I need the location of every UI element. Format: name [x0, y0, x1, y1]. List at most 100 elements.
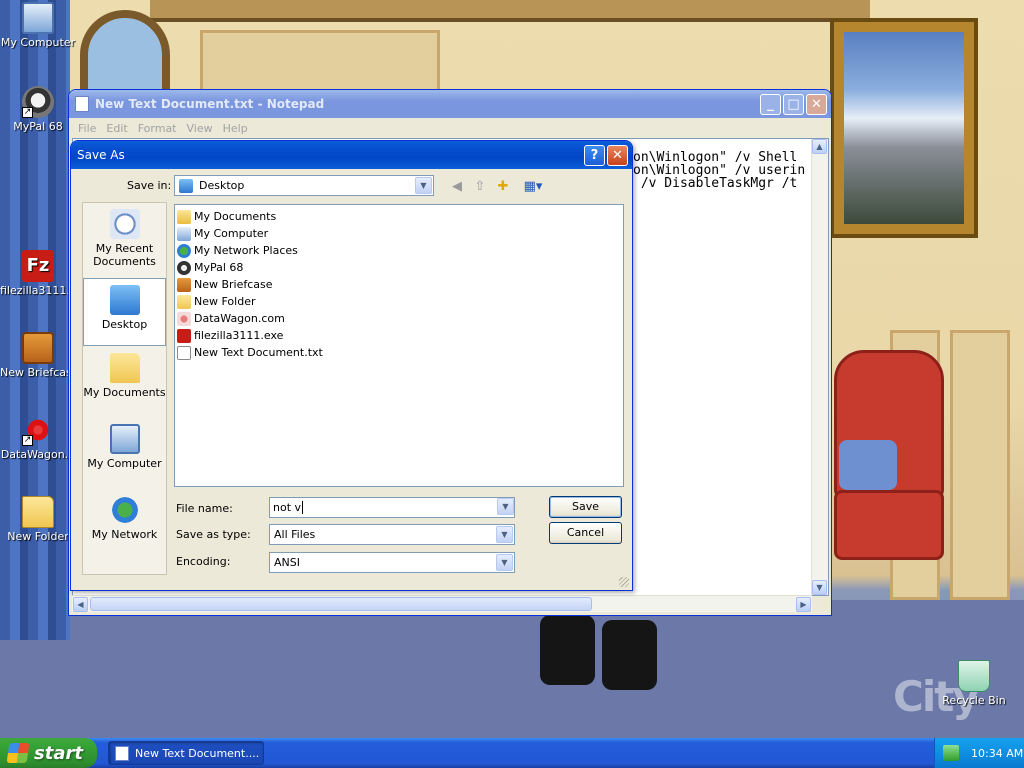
desktop-icon-filezilla[interactable]: Fz filezilla3111... [0, 250, 76, 297]
menu-edit[interactable]: Edit [101, 122, 132, 135]
start-label: start [34, 742, 83, 764]
place-my-recent-documents[interactable]: My Recent Documents [83, 209, 166, 268]
save-as-type-value: All Files [274, 528, 316, 541]
scroll-down-arrow-icon[interactable]: ▼ [812, 580, 827, 595]
file-name: New Folder [194, 295, 256, 308]
resize-grip-icon[interactable] [619, 577, 629, 587]
dialog-titlebar[interactable]: Save As ? ✕ [71, 141, 632, 169]
list-item[interactable]: My Computer [175, 225, 623, 242]
web-shortcut-icon: ↗ [22, 414, 54, 446]
file-list[interactable]: My Documents My Computer My Network Plac… [174, 204, 624, 487]
desktop-icon-recycle-bin[interactable]: Recycle Bin [936, 660, 1012, 707]
file-name-field[interactable]: not v ▼ [269, 497, 515, 518]
chevron-down-icon[interactable]: ▼ [496, 526, 513, 543]
list-item[interactable]: My Network Places [175, 242, 623, 259]
network-places-icon [177, 243, 191, 258]
list-item[interactable]: New Text Document.txt [175, 344, 623, 361]
horizontal-scroll-thumb[interactable] [90, 597, 592, 611]
list-item[interactable]: New Folder [175, 293, 623, 310]
chevron-down-icon[interactable]: ▼ [497, 498, 514, 515]
list-item[interactable]: filezilla3111.exe [175, 327, 623, 344]
wallpaper-floor [0, 600, 1024, 738]
desktop-icon-label: DataWagon... [0, 448, 76, 461]
computer-icon [177, 226, 191, 241]
save-as-type-dropdown[interactable]: All Files ▼ [269, 524, 515, 545]
menu-view[interactable]: View [182, 122, 218, 135]
place-label: My Documents [83, 386, 166, 399]
windows-logo-icon [6, 743, 30, 763]
desktop-icon-datawagon[interactable]: ↗ DataWagon... [0, 414, 76, 461]
place-desktop[interactable]: Desktop [83, 278, 166, 346]
notepad-icon [115, 745, 129, 761]
file-name: New Briefcase [194, 278, 273, 291]
menu-file[interactable]: File [73, 122, 101, 135]
save-in-dropdown[interactable]: Desktop ▼ [174, 175, 434, 196]
file-name: My Computer [194, 227, 269, 240]
list-item[interactable]: MyPal 68 [175, 259, 623, 276]
file-name: MyPal 68 [194, 261, 244, 274]
wallpaper-panel [950, 330, 1010, 600]
notepad-icon [75, 96, 89, 112]
help-button[interactable]: ? [584, 144, 605, 166]
list-item[interactable]: New Briefcase [175, 276, 623, 293]
filezilla-icon [177, 328, 191, 343]
file-name: My Documents [194, 210, 277, 223]
cancel-button[interactable]: Cancel [549, 522, 622, 544]
text-cursor [302, 501, 304, 514]
desktop-icon-label: MyPal 68 [13, 120, 63, 133]
encoding-dropdown[interactable]: ANSI ▼ [269, 552, 515, 573]
scroll-up-arrow-icon[interactable]: ▲ [812, 139, 827, 154]
start-button[interactable]: start [0, 738, 97, 768]
up-folder-icon[interactable]: ⇧ [470, 176, 490, 196]
network-globe-icon [109, 495, 140, 525]
clock[interactable]: 10:34 AM [971, 747, 1023, 760]
desktop-icon-label: New Briefcase [0, 366, 76, 379]
desktop-icon-my-computer[interactable]: My Computer [0, 2, 76, 49]
maximize-button[interactable]: □ [783, 93, 804, 115]
file-name-value: not v [273, 501, 302, 514]
desktop-icon-mypal[interactable]: ↗ MyPal 68 [0, 86, 76, 133]
desktop-icon-new-briefcase[interactable]: New Briefcase [0, 332, 76, 379]
views-menu-icon[interactable]: ▦▾ [519, 176, 547, 196]
notepad-titlebar[interactable]: New Text Document.txt - Notepad _ □ ✕ [69, 90, 831, 118]
safely-remove-hardware-icon[interactable] [943, 745, 959, 761]
close-button[interactable]: ✕ [806, 93, 827, 115]
desktop-icon-label: New Folder [7, 530, 69, 543]
place-label: Desktop [101, 318, 148, 331]
scroll-left-arrow-icon[interactable]: ◀ [73, 597, 88, 612]
taskbar-item-notepad[interactable]: New Text Document.... [108, 741, 264, 765]
save-in-label: Save in: [127, 179, 172, 192]
desktop-icon [179, 178, 193, 193]
file-name: DataWagon.com [194, 312, 285, 325]
encoding-value: ANSI [274, 556, 300, 569]
save-button[interactable]: Save [549, 496, 622, 518]
list-item[interactable]: DataWagon.com [175, 310, 623, 327]
place-my-documents[interactable]: My Documents [83, 353, 166, 399]
desktop-icon-new-folder[interactable]: New Folder [0, 496, 76, 543]
mypal-icon: ↗ [22, 86, 54, 118]
wallpaper-chair [834, 350, 944, 580]
horizontal-scrollbar[interactable]: ◀ ▶ [72, 595, 812, 612]
save-as-dialog[interactable]: Save As ? ✕ Save in: Desktop ▼ ◀ ⇧ ✚ ▦▾ … [70, 140, 633, 591]
desktop-icon-label: Recycle Bin [942, 694, 1006, 707]
place-my-computer[interactable]: My Computer [83, 424, 166, 470]
scroll-right-arrow-icon[interactable]: ▶ [796, 597, 811, 612]
system-tray: 10:34 AM [934, 738, 1024, 768]
menu-format[interactable]: Format [133, 122, 182, 135]
vertical-scrollbar[interactable]: ▲ ▼ [811, 139, 828, 595]
wallpaper-painting [830, 18, 978, 238]
back-arrow-icon[interactable]: ◀ [447, 176, 467, 196]
filezilla-icon: Fz [22, 250, 54, 282]
chevron-down-icon[interactable]: ▼ [496, 554, 513, 571]
chevron-down-icon[interactable]: ▼ [415, 177, 432, 194]
dialog-close-button[interactable]: ✕ [607, 144, 628, 166]
text-line: /v DisableTaskMgr /t [633, 176, 798, 191]
list-item[interactable]: My Documents [175, 208, 623, 225]
menu-help[interactable]: Help [218, 122, 253, 135]
web-shortcut-icon [177, 311, 191, 326]
minimize-button[interactable]: _ [760, 93, 781, 115]
briefcase-icon [177, 277, 191, 292]
new-folder-icon[interactable]: ✚ [493, 176, 513, 196]
place-my-network[interactable]: My Network [83, 495, 166, 541]
briefcase-icon [22, 332, 54, 364]
